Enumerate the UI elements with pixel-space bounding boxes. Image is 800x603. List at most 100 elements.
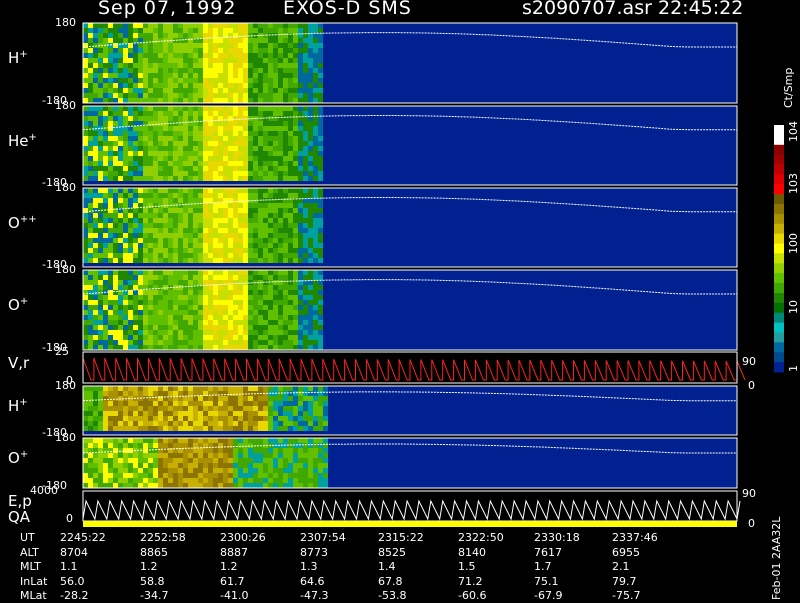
colorbar-cell	[774, 125, 784, 136]
colorbar-cell	[774, 263, 784, 274]
colorbar-cell	[774, 213, 784, 225]
ephemeris-cell: 1.4	[378, 560, 396, 573]
panel-label-superscript: +	[19, 296, 29, 307]
panel-label-0: H+	[8, 49, 28, 67]
panel-5-ytop: 180	[55, 379, 76, 392]
panel-3-ytop: 180	[55, 263, 76, 276]
ephemeris-label: UT	[20, 531, 35, 544]
ephemeris-cell: -60.6	[458, 589, 487, 602]
panel-label-text: V,r	[8, 353, 30, 372]
ephemeris-cell: 6955	[612, 545, 640, 559]
ephemeris-cell: 8887	[220, 545, 248, 559]
panel-0-spectrogram	[83, 23, 323, 103]
ephemeris-cell: 1.7	[534, 560, 552, 573]
panel-label-superscript: +	[19, 49, 28, 60]
panel-label-5: H+	[8, 397, 28, 415]
colorbar-cell	[774, 243, 784, 254]
colorbar-cell	[774, 302, 784, 314]
panel-label-2: O++	[8, 214, 37, 232]
ephemeris-cell: 1.2	[220, 560, 238, 573]
ephemeris-cell: -75.7	[612, 589, 641, 602]
colorbar-cell	[774, 293, 784, 304]
colorbar-cell	[774, 204, 784, 215]
ephemeris-cell: 2307:54	[300, 531, 346, 544]
colorbar-cell	[774, 134, 784, 146]
panel-0-ytop: 180	[55, 16, 76, 29]
panel-label-superscript: +	[19, 449, 29, 460]
ephemeris-cell: 67.8	[378, 574, 403, 588]
ephemeris-cell: 2245:22	[60, 531, 106, 544]
panel-label-superscript: +	[28, 131, 37, 143]
colorbar-cell	[774, 174, 784, 185]
colorbar-tick: 100	[787, 233, 800, 254]
ephemeris-label: InLat	[20, 574, 48, 588]
ephemeris-cell: -28.2	[60, 589, 89, 602]
ephemeris-cell: 7617	[534, 545, 562, 559]
colorbar-cell	[774, 332, 784, 343]
ephemeris-cell: -53.8	[378, 589, 407, 602]
colorbar-cell	[774, 223, 784, 235]
ephemeris-cell: -67.9	[534, 589, 563, 602]
panel-6-ytop: 180	[55, 431, 76, 444]
ephemeris-cell: 1.3	[300, 560, 318, 573]
ephemeris-cell: 2322:50	[458, 531, 504, 544]
ephemeris-cell: -34.7	[140, 589, 169, 602]
ephemeris-cell: 1.1	[60, 560, 78, 573]
qa-label: QA	[8, 508, 31, 526]
ephemeris-cell: 79.7	[612, 574, 637, 588]
spectrogram-chart	[82, 22, 784, 527]
ephemeris-label: MLT	[20, 560, 41, 573]
panel-7-rtop: 90	[742, 487, 756, 500]
ephemeris-cell: 8525	[378, 545, 406, 559]
panel-label-text: O	[8, 449, 20, 467]
panel-7-rbot: 0	[748, 517, 755, 530]
colorbar-cell	[774, 312, 784, 324]
colorbar-cell	[774, 154, 784, 165]
colorbar-tick: 10	[787, 300, 800, 314]
panel-label-4: V,r	[8, 354, 29, 372]
colorbar-cell	[774, 233, 784, 245]
panel-7-ybot: 0	[66, 512, 73, 525]
colorbar-cell	[774, 164, 784, 175]
panel-label-1: He+	[8, 132, 37, 150]
ephemeris-cell: 2252:58	[140, 531, 186, 544]
panel-label-3: O+	[8, 296, 28, 314]
panel-label-text: H	[8, 396, 20, 415]
panel-label-superscript: +	[19, 396, 28, 408]
colorbar-unit: Ct/Smp	[782, 67, 795, 108]
ephemeris-cell: 2.1	[612, 560, 630, 573]
ephemeris-cell: -41.0	[220, 589, 249, 602]
ephemeris-cell: 2300:26	[220, 531, 266, 544]
colorbar-cell	[774, 144, 784, 156]
panel-4-rtop: 90	[742, 355, 756, 368]
ephemeris-cell: 1.2	[140, 560, 158, 573]
panel-3-spectrogram	[83, 270, 323, 350]
panel-label-text: O	[8, 296, 20, 314]
panel-4-ytop: 25	[55, 345, 69, 358]
ephemeris-cell: 8773	[300, 545, 328, 559]
colorbar-cell	[774, 283, 784, 294]
ephemeris-cell: 2337:46	[612, 531, 658, 544]
colorbar-tick: 1	[787, 365, 800, 372]
ephemeris-cell: -47.3	[300, 589, 329, 602]
colorbar-cell	[774, 273, 784, 284]
colorbar-cell	[774, 184, 784, 195]
ephemeris-label: ALT	[20, 545, 39, 559]
panel-1-ytop: 180	[55, 99, 76, 112]
ephemeris-cell: 8140	[458, 545, 486, 559]
ephemeris-cell: 75.1	[534, 574, 559, 588]
panel-label-6: O+	[8, 449, 28, 467]
panel-2-ytop: 180	[55, 181, 76, 194]
colorbar-cell	[774, 342, 784, 353]
colorbar-cell	[774, 362, 784, 373]
footer-code: Feb-01 2AA32L	[770, 516, 783, 600]
ephemeris-cell: 64.6	[300, 574, 325, 588]
panel-label-text: O	[8, 213, 20, 232]
ephemeris-cell: 56.0	[60, 574, 85, 588]
panel-7-ytop: 4000	[30, 484, 58, 497]
ephemeris-cell: 71.2	[458, 574, 483, 588]
panel-label-superscript: ++	[19, 213, 37, 225]
ephemeris-cell: 8865	[140, 545, 168, 559]
panel-label-text: He	[8, 131, 29, 150]
panel-4-rbot: 0	[748, 379, 755, 392]
